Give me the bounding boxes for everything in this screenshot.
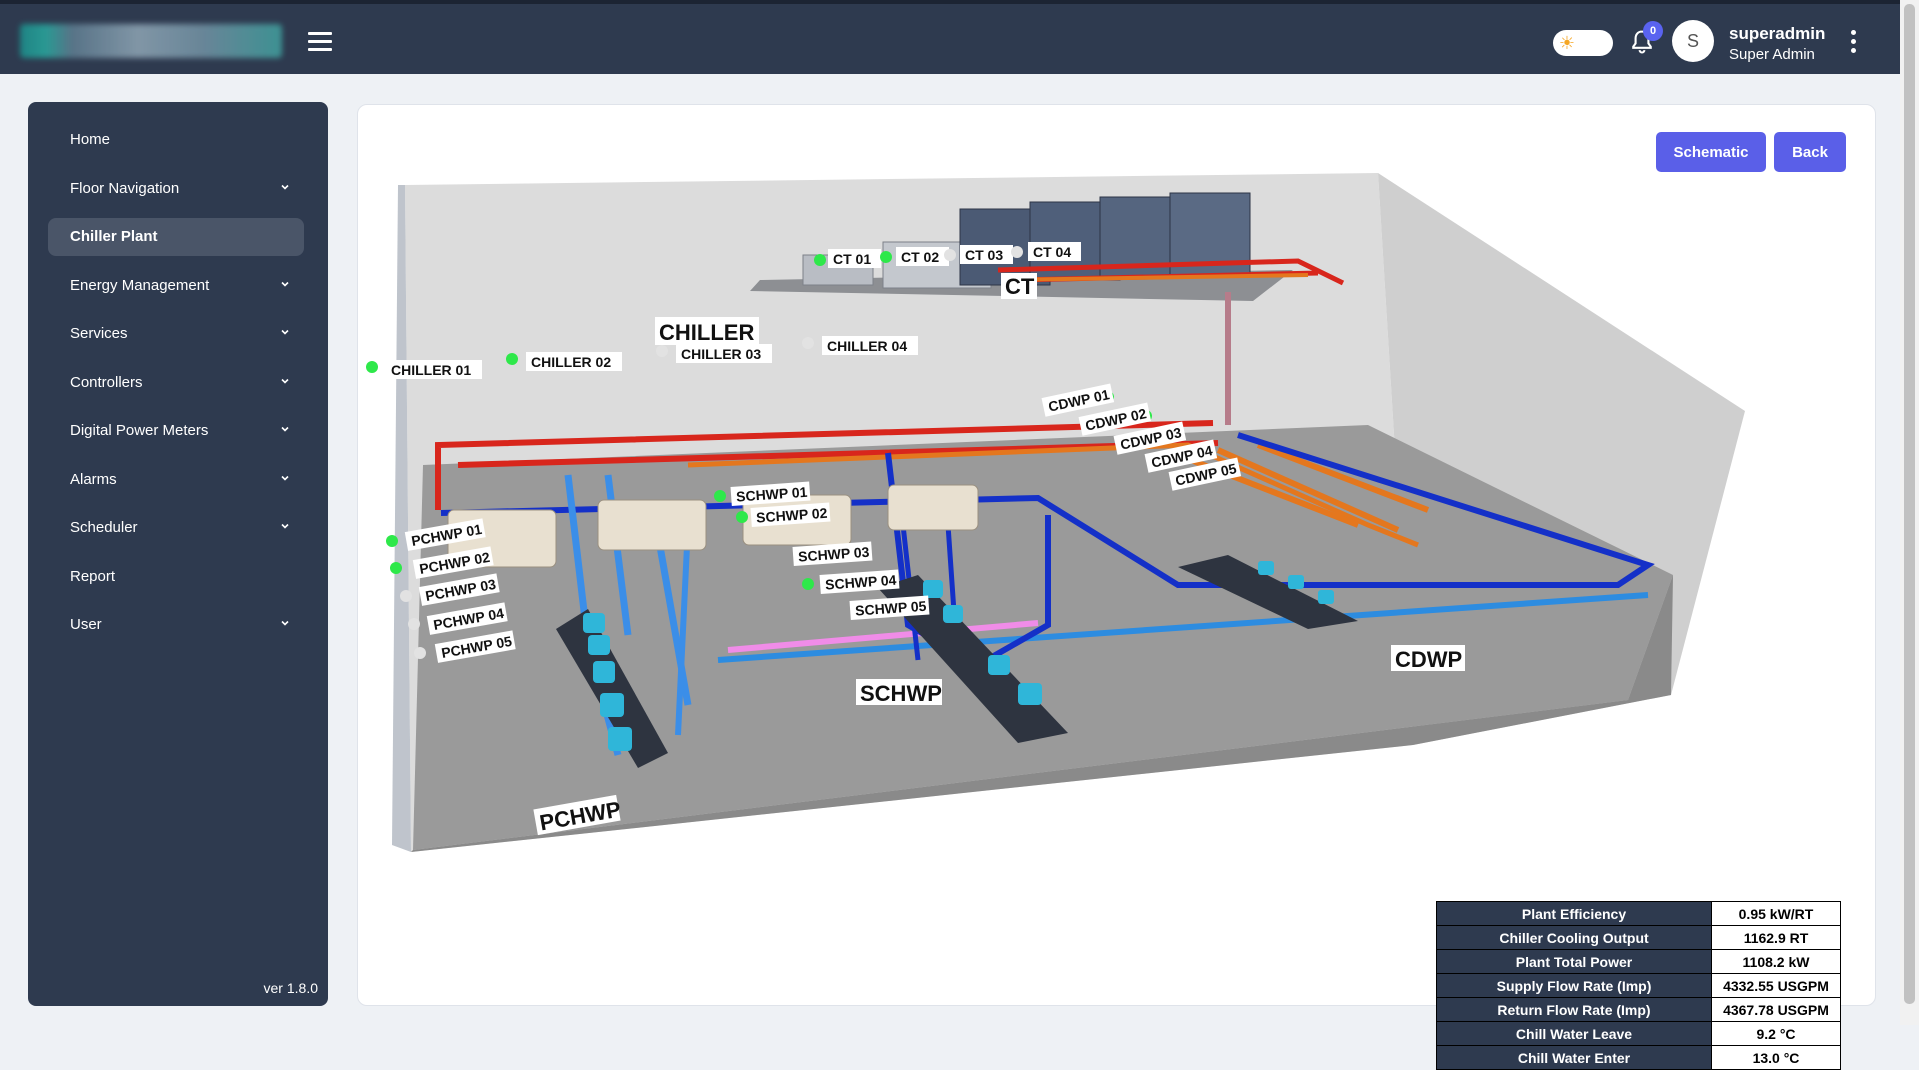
chevron-down-icon — [281, 329, 289, 335]
chevron-down-icon — [281, 475, 289, 481]
sidebar-item-label: Digital Power Meters — [70, 422, 209, 439]
chiller-plant-card: Schematic Back CT CHILLER CDWP SCHWP PCH… — [357, 104, 1876, 1070]
table-row: Plant Total Power 1108.2 kW — [1436, 949, 1841, 974]
sidebar-item-report[interactable]: Report — [48, 558, 304, 596]
notification-count-badge: 0 — [1643, 21, 1663, 41]
schwp-group-label: SCHWP — [860, 681, 942, 706]
stat-value: 4367.78 USGPM — [1711, 997, 1841, 1022]
sidebar-item-floor-navigation[interactable]: Floor Navigation — [48, 170, 304, 208]
sidebar-item-home[interactable]: Home — [48, 121, 304, 159]
sidebar-item-label: Alarms — [70, 471, 117, 488]
chevron-down-icon — [281, 426, 289, 432]
plant-stats-table: Plant Efficiency 0.95 kW/RT Chiller Cooli… — [1436, 901, 1841, 1070]
table-row: Chill Water Enter 13.0 °C — [1436, 1045, 1841, 1070]
stat-label: Plant Total Power — [1436, 949, 1712, 974]
user-name: superadmin — [1729, 24, 1826, 43]
status-dot — [736, 511, 748, 523]
status-dot — [366, 361, 378, 373]
sidebar-item-energy-management[interactable]: Energy Management — [48, 267, 304, 305]
status-dot — [390, 562, 402, 574]
menu-toggle-icon[interactable] — [308, 32, 332, 52]
table-row: Supply Flow Rate (Imp) 4332.55 USGPM — [1436, 973, 1841, 998]
avatar[interactable]: S — [1672, 20, 1714, 62]
user-role: Super Admin — [1729, 46, 1815, 63]
equipment-label: CHILLER 04 — [827, 338, 907, 354]
chevron-down-icon — [281, 523, 289, 529]
status-dot — [802, 578, 814, 590]
equipment-label: CT 03 — [965, 247, 1003, 263]
status-dot — [944, 249, 956, 261]
sidebar-item-services[interactable]: Services — [48, 315, 304, 353]
page-scrollbar[interactable] — [1900, 0, 1919, 1025]
sidebar-item-digital-power-meters[interactable]: Digital Power Meters — [48, 412, 304, 450]
table-row: Chiller Cooling Output 1162.9 RT — [1436, 925, 1841, 950]
stat-value: 13.0 °C — [1711, 1045, 1841, 1070]
table-row: Plant Efficiency 0.95 kW/RT — [1436, 901, 1841, 926]
status-dot — [400, 590, 412, 602]
sidebar-item-label: Home — [70, 131, 111, 148]
table-row: Return Flow Rate (Imp) 4367.78 USGPM — [1436, 997, 1841, 1022]
sidebar-item-label: Services — [70, 325, 128, 342]
stat-value: 0.95 kW/RT — [1711, 901, 1841, 926]
stat-label: Supply Flow Rate (Imp) — [1436, 973, 1712, 998]
ct-group-label: CT — [1005, 274, 1035, 299]
status-dot — [714, 490, 726, 502]
equipment-ch01[interactable]: CHILLER 01 — [366, 360, 482, 379]
sidebar-item-label: Controllers — [70, 374, 143, 391]
status-dot — [506, 353, 518, 365]
sidebar-item-label: Chiller Plant — [70, 228, 158, 245]
equipment-label: CT 02 — [901, 249, 939, 265]
more-options-icon[interactable] — [1848, 30, 1858, 56]
sidebar-item-label: Scheduler — [70, 519, 138, 536]
stat-value: 4332.55 USGPM — [1711, 973, 1841, 998]
chevron-down-icon — [281, 184, 289, 190]
stat-label: Return Flow Rate (Imp) — [1436, 997, 1712, 1022]
status-dot — [880, 251, 892, 263]
equipment-label: CT 04 — [1033, 244, 1071, 260]
top-bar: ☀ 0 S superadmin Super Admin — [0, 0, 1900, 74]
equipment-label: CHILLER 03 — [681, 346, 761, 362]
chiller-unit — [887, 484, 979, 531]
brand-logo[interactable] — [20, 24, 282, 58]
chevron-down-icon — [281, 620, 289, 626]
equipment-label: CHILLER 02 — [531, 354, 611, 370]
status-dot — [656, 345, 668, 357]
stat-value: 9.2 °C — [1711, 1021, 1841, 1046]
status-dot — [408, 618, 420, 630]
sidebar-item-label: Report — [70, 568, 116, 585]
sidebar-item-chiller-plant[interactable]: Chiller Plant — [48, 218, 304, 256]
stat-value: 1162.9 RT — [1711, 925, 1841, 950]
sun-icon: ☀ — [1558, 33, 1576, 53]
equipment-label: CHILLER 01 — [391, 362, 471, 378]
app-version: ver 1.8.0 — [263, 980, 318, 996]
sidebar-item-label: Floor Navigation — [70, 180, 180, 197]
sidebar-item-user[interactable]: User — [48, 606, 304, 644]
sidebar-item-label: User — [70, 616, 102, 633]
status-dot — [386, 535, 398, 547]
sidebar: Home Floor Navigation Chiller Plant Ener… — [28, 102, 328, 1006]
chiller-unit — [597, 499, 707, 551]
status-dot — [414, 647, 426, 659]
sidebar-item-alarms[interactable]: Alarms — [48, 461, 304, 499]
status-dot — [814, 254, 826, 266]
stat-label: Chill Water Enter — [1436, 1045, 1712, 1070]
status-dot — [802, 337, 814, 349]
sidebar-item-label: Energy Management — [70, 277, 210, 294]
stat-label: Plant Efficiency — [1436, 901, 1712, 926]
table-row: Chill Water Leave 9.2 °C — [1436, 1021, 1841, 1046]
stat-label: Chiller Cooling Output — [1436, 925, 1712, 950]
chevron-down-icon — [281, 281, 289, 287]
theme-toggle[interactable]: ☀ — [1553, 30, 1613, 56]
chevron-down-icon — [281, 378, 289, 384]
chiller-plant-3d-view: CT CHILLER CDWP SCHWP PCHWP CT 01 CT 02 CT… — [366, 173, 1745, 852]
stat-value: 1108.2 kW — [1711, 949, 1841, 974]
status-dot — [1011, 246, 1023, 258]
sidebar-item-scheduler[interactable]: Scheduler — [48, 509, 304, 547]
cdwp-group-label: CDWP — [1395, 647, 1462, 672]
sidebar-item-controllers[interactable]: Controllers — [48, 364, 304, 402]
equipment-label: CT 01 — [833, 251, 871, 267]
stat-label: Chill Water Leave — [1436, 1021, 1712, 1046]
chiller-group-label: CHILLER — [659, 320, 754, 345]
